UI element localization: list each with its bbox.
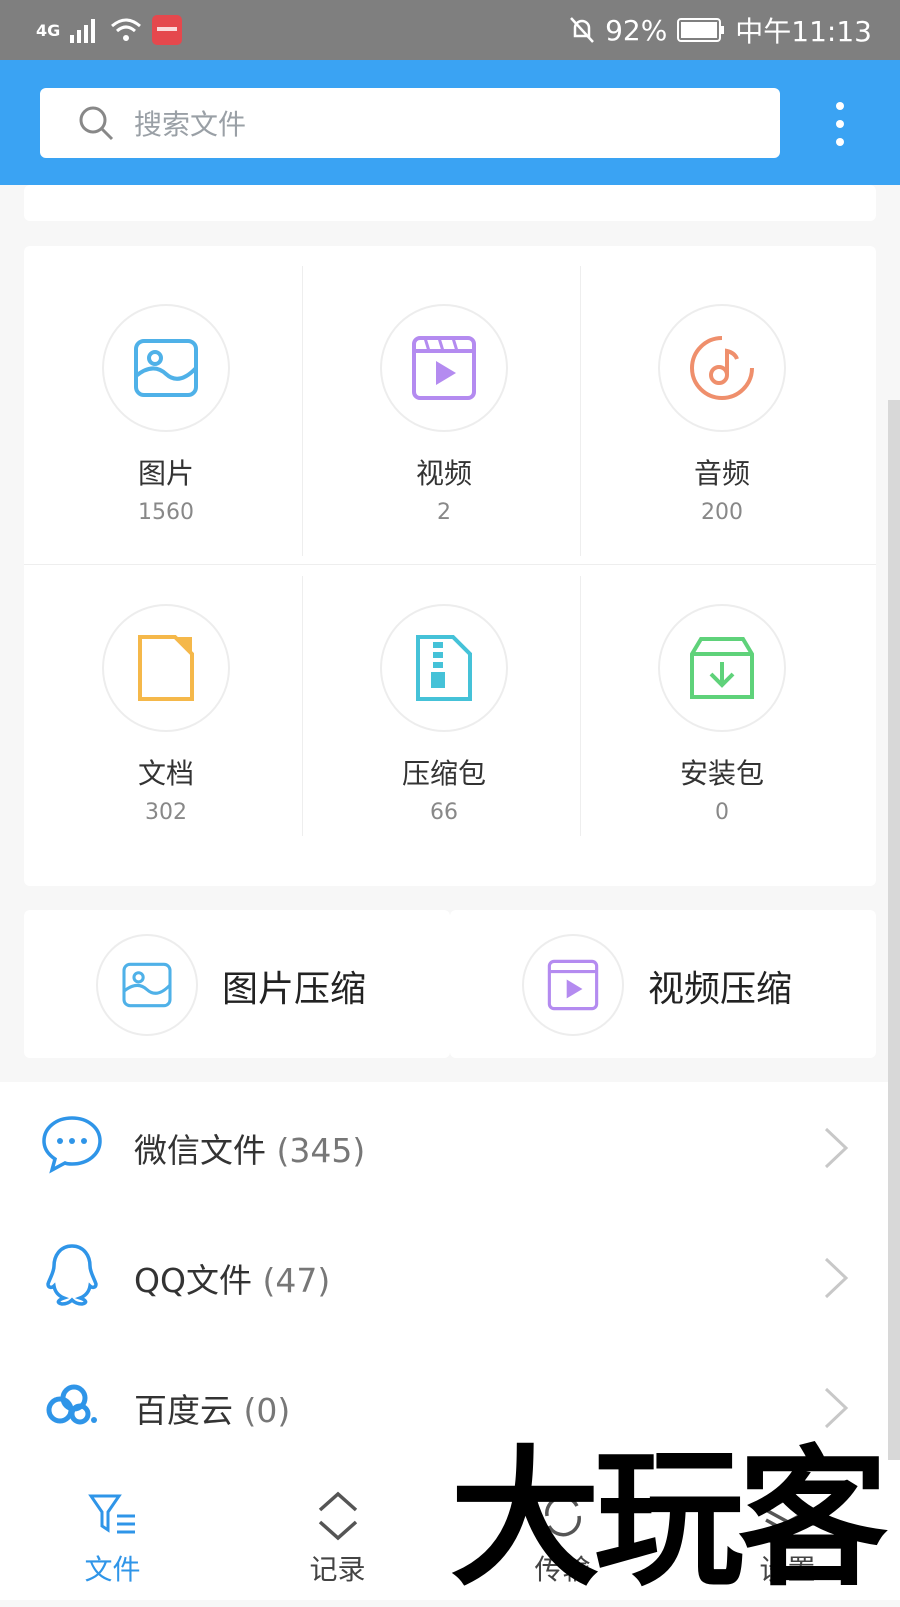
signal-icon <box>70 19 96 43</box>
mute-bell-icon <box>570 17 594 43</box>
category-count: 0 <box>715 800 729 825</box>
list-item-text: 微信文件 (345) <box>134 1124 365 1172</box>
clock: 中午11:13 <box>735 15 872 48</box>
wechat-icon <box>42 1116 102 1174</box>
compress-label: 视频压缩 <box>648 969 793 1010</box>
video-icon <box>412 336 476 400</box>
category-count: 1560 <box>138 500 194 525</box>
huawei-store-icon <box>152 15 183 45</box>
video-icon <box>547 959 599 1011</box>
more-options-icon[interactable] <box>826 100 854 148</box>
source-count: (0) <box>243 1391 291 1430</box>
category-videos[interactable]: 视频 2 <box>302 246 586 566</box>
source-name: QQ文件 <box>134 1261 252 1300</box>
status-right: 92% 中午11:13 <box>569 10 872 50</box>
category-count: 200 <box>701 500 743 525</box>
storage-card <box>24 185 876 221</box>
list-item-text: 百度云 (0) <box>134 1384 290 1432</box>
category-count: 66 <box>430 800 458 825</box>
search-icon <box>79 106 114 141</box>
category-images[interactable]: 图片 1560 <box>24 246 308 566</box>
zip-icon <box>416 635 472 701</box>
source-name: 微信文件 <box>134 1131 266 1170</box>
files-filter-icon <box>87 1494 135 1534</box>
qq-icon <box>46 1244 98 1306</box>
search-placeholder: 搜索文件 <box>134 108 247 141</box>
source-list: 微信文件 (345) QQ文件 (47) 百度云 (0) <box>0 1082 900 1472</box>
list-item-wechat[interactable]: 微信文件 (345) <box>0 1082 900 1212</box>
compress-icon-wrap <box>522 934 624 1036</box>
chevron-right-icon <box>824 1127 849 1169</box>
wifi-icon <box>111 18 142 41</box>
category-label: 压缩包 <box>401 757 486 790</box>
image-icon <box>134 339 198 397</box>
document-icon <box>138 635 194 701</box>
category-label: 视频 <box>415 457 472 490</box>
category-grid: 图片 1560 视频 2 音频 200 文档 302 压缩包 66 安装包 0 <box>24 246 876 886</box>
image-icon <box>122 962 172 1008</box>
image-compress-button[interactable]: 图片压缩 <box>24 910 450 1058</box>
updown-chevron-icon <box>318 1491 357 1541</box>
compress-icon-wrap <box>96 934 198 1036</box>
tab-records[interactable]: 记录 <box>225 1472 450 1600</box>
video-compress-button[interactable]: 视频压缩 <box>450 910 876 1058</box>
status-bar: 4G 92% 中午11:13 <box>0 0 900 60</box>
category-icon-wrap <box>102 304 230 432</box>
chevron-right-icon <box>824 1387 849 1429</box>
tab-files[interactable]: 文件 <box>0 1472 225 1600</box>
list-item-qq[interactable]: QQ文件 (47) <box>0 1212 900 1342</box>
watermark: 大玩客 <box>450 1433 888 1607</box>
category-icon-wrap <box>658 304 786 432</box>
category-packages[interactable]: 安装包 0 <box>580 546 864 866</box>
category-audio[interactable]: 音频 200 <box>580 246 864 566</box>
list-item-text: QQ文件 (47) <box>134 1254 330 1302</box>
compress-label: 图片压缩 <box>222 969 367 1010</box>
tab-label: 记录 <box>309 1553 366 1586</box>
category-icon-wrap <box>658 604 786 732</box>
category-label: 安装包 <box>679 757 764 790</box>
category-label: 文档 <box>137 757 194 790</box>
battery-icon <box>677 18 725 42</box>
category-count: 2 <box>437 500 451 525</box>
music-disc-icon <box>690 336 754 400</box>
baidu-cloud-icon <box>46 1384 97 1425</box>
source-count: (47) <box>262 1261 331 1300</box>
category-documents[interactable]: 文档 302 <box>24 546 308 866</box>
network-type: 4G <box>36 20 61 40</box>
battery-percent: 92% <box>605 13 668 47</box>
category-count: 302 <box>145 800 187 825</box>
category-icon-wrap <box>380 604 508 732</box>
category-label: 音频 <box>693 457 750 490</box>
package-icon <box>690 637 754 699</box>
scrollbar[interactable] <box>888 400 900 1460</box>
chevron-right-icon <box>824 1257 849 1299</box>
category-icon-wrap <box>380 304 508 432</box>
source-name: 百度云 <box>134 1391 233 1430</box>
category-label: 图片 <box>137 457 194 490</box>
status-left: 4G <box>36 10 183 50</box>
search-input[interactable]: 搜索文件 <box>40 88 780 158</box>
tab-label: 文件 <box>84 1553 141 1586</box>
category-icon-wrap <box>102 604 230 732</box>
category-archives[interactable]: 压缩包 66 <box>302 546 586 866</box>
source-count: (345) <box>276 1131 366 1170</box>
